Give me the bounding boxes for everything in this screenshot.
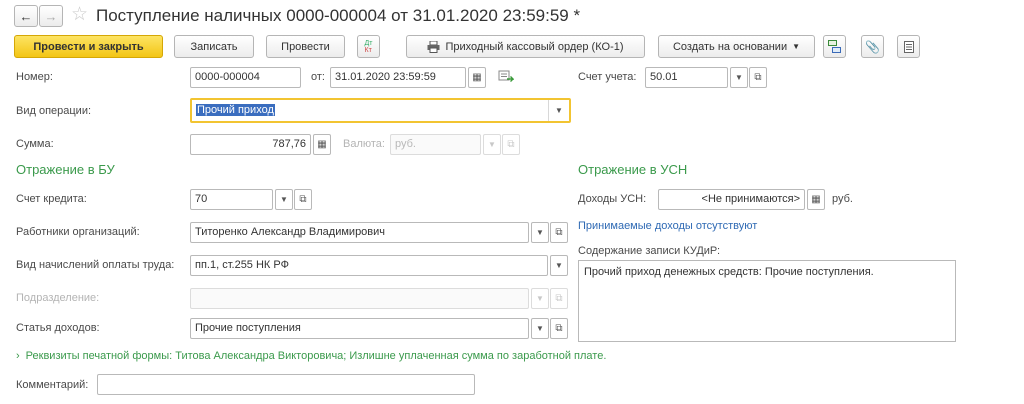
document-arrow-icon (498, 70, 515, 82)
accepted-income-link[interactable]: Принимаемые доходы отсутствуют (578, 220, 757, 232)
employees-label: Работники организаций: (16, 226, 140, 238)
usn-income-label: Доходы УСН: (578, 193, 647, 205)
account-dropdown-button[interactable]: ▼ (730, 67, 748, 88)
employees-field[interactable]: Титоренко Александр Владимирович (190, 222, 529, 243)
back-button[interactable]: ← (14, 5, 38, 27)
chevron-down-icon: ▼ (536, 294, 544, 303)
division-label: Подразделение: (16, 292, 100, 304)
favorite-star-icon[interactable]: ☆ (71, 4, 88, 26)
chevron-down-icon[interactable]: ▼ (548, 100, 569, 121)
currency-label: Валюта: (343, 138, 385, 150)
bu-section-heading: Отражение в БУ (16, 162, 115, 177)
document-list-button[interactable] (897, 35, 920, 58)
chevron-down-icon: ▼ (280, 195, 288, 204)
chevron-down-icon: ▼ (555, 261, 563, 270)
employees-dropdown-button[interactable]: ▼ (531, 222, 549, 243)
post-button[interactable]: Провести (266, 35, 345, 58)
open-icon: ⧉ (555, 227, 563, 238)
credit-account-field[interactable]: 70 (190, 189, 273, 210)
division-open-button: ⧉ (550, 288, 568, 309)
usn-section-heading: Отражение в УСН (578, 162, 688, 177)
accrual-type-label: Вид начислений оплаты труда: (16, 259, 175, 271)
operation-value: Прочий приход (196, 104, 275, 116)
number-label: Номер: (16, 71, 53, 83)
calendar-button[interactable]: ▦ (468, 67, 486, 88)
structure-button[interactable] (823, 35, 846, 58)
income-item-field[interactable]: Прочие поступления (190, 318, 529, 339)
forward-button[interactable]: → (39, 5, 63, 27)
currency-dropdown-button: ▼ (483, 134, 501, 155)
usn-calculator-button[interactable]: ▦ (807, 189, 825, 210)
print-order-button[interactable]: Приходный кассовый ордер (КО-1) (406, 35, 645, 58)
open-icon: ⧉ (299, 194, 307, 205)
income-item-open-button[interactable]: ⧉ (550, 318, 568, 339)
kudir-textarea[interactable]: Прочий приход денежных средств: Прочие п… (578, 260, 956, 342)
chevron-down-icon: ▼ (735, 73, 743, 82)
date-field[interactable]: 31.01.2020 23:59:59 (330, 67, 466, 88)
operation-select[interactable]: Прочий приход ▼ (190, 98, 571, 123)
currency-field: руб. (390, 134, 481, 155)
calendar-icon: ▦ (472, 72, 482, 83)
date-from-label: от: (311, 71, 325, 83)
account-field[interactable]: 50.01 (645, 67, 728, 88)
division-dropdown-button: ▼ (531, 288, 549, 309)
account-open-button[interactable]: ⧉ (749, 67, 767, 88)
employees-open-button[interactable]: ⧉ (550, 222, 568, 243)
chevron-down-icon: ▼ (792, 42, 801, 51)
save-button[interactable]: Записать (174, 35, 254, 58)
print-requisites-text: Реквизиты печатной формы: Титова Алексан… (25, 350, 607, 362)
credit-account-label: Счет кредита: (16, 193, 87, 205)
open-icon: ⧉ (555, 323, 563, 334)
sum-field[interactable]: 787,76 (190, 134, 311, 155)
attach-files-button[interactable]: 📎 (861, 35, 884, 58)
kudir-label: Содержание записи КУДиР: (578, 245, 721, 257)
fill-date-button[interactable] (498, 69, 515, 86)
page-title: Поступление наличных 0000-000004 от 31.0… (96, 6, 581, 25)
income-item-label: Статья доходов: (16, 322, 100, 334)
account-label: Счет учета: (578, 71, 637, 83)
open-icon: ⧉ (507, 139, 515, 150)
usn-income-unit: руб. (832, 193, 853, 205)
document-structure-icon (828, 40, 841, 53)
open-icon: ⧉ (555, 293, 563, 304)
chevron-down-icon: ▼ (536, 228, 544, 237)
chevron-down-icon: ▼ (488, 140, 496, 149)
arrow-left-icon: ← (19, 8, 33, 24)
usn-income-field[interactable]: <Не принимаются> (658, 189, 805, 210)
operation-label: Вид операции: (16, 105, 92, 117)
create-based-on-button[interactable]: Создать на основании ▼ (658, 35, 815, 58)
calculator-icon: ▦ (811, 194, 821, 205)
chevron-right-icon: › (16, 350, 20, 362)
print-requisites-toggle[interactable]: › Реквизиты печатной формы: Титова Алекса… (16, 349, 606, 363)
calculator-button[interactable]: ▦ (313, 134, 331, 155)
currency-open-button: ⧉ (502, 134, 520, 155)
dt-kt-button[interactable]: Дт Кт (357, 35, 380, 58)
list-icon (903, 40, 914, 53)
paperclip-icon: 📎 (865, 39, 880, 54)
credit-account-open-button[interactable]: ⧉ (294, 189, 312, 210)
sum-label: Сумма: (16, 138, 54, 150)
chevron-down-icon: ▼ (536, 324, 544, 333)
comment-label: Комментарий: (16, 379, 89, 391)
post-and-close-button[interactable]: Провести и закрыть (14, 35, 163, 58)
credit-account-dropdown-button[interactable]: ▼ (275, 189, 293, 210)
calculator-icon: ▦ (317, 139, 327, 150)
number-field[interactable]: 0000-000004 (190, 67, 301, 88)
comment-field[interactable] (97, 374, 475, 395)
division-field (190, 288, 529, 309)
dt-kt-icon: Дт Кт (364, 39, 373, 54)
arrow-right-icon: → (44, 8, 58, 24)
accrual-type-dropdown-button[interactable]: ▼ (550, 255, 568, 276)
open-icon: ⧉ (754, 72, 762, 83)
accrual-type-field[interactable]: пп.1, ст.255 НК РФ (190, 255, 548, 276)
printer-icon (427, 40, 440, 53)
income-item-dropdown-button[interactable]: ▼ (531, 318, 549, 339)
